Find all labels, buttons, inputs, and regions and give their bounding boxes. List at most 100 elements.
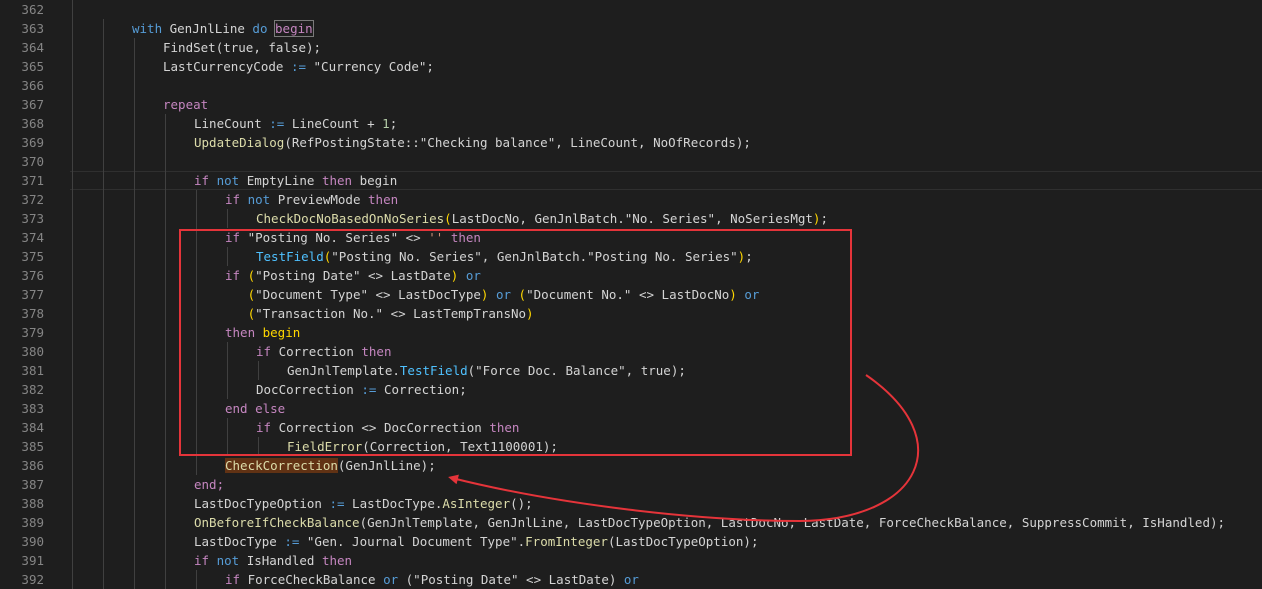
- code-text[interactable]: LastDocTypeOption := LastDocType.AsInteg…: [194, 494, 533, 513]
- code-text[interactable]: if not PreviewMode then: [225, 190, 398, 209]
- code-editor[interactable]: 362 363 with GenJnlLine do begin 364 FindSet…: [0, 0, 1262, 589]
- code-line[interactable]: 392 if ForceCheckBalance or ("Posting Dat…: [0, 570, 1262, 589]
- line-number: 369: [21, 135, 44, 150]
- code-line[interactable]: 389 OnBeforeIfCheckBalance(GenJnlTemplate…: [0, 513, 1262, 532]
- code-line[interactable]: 366: [0, 76, 1262, 95]
- code-token: if: [194, 553, 210, 568]
- line-number: 375: [21, 249, 44, 264]
- line-number: 388: [21, 496, 44, 511]
- code-text[interactable]: LastDocType := "Gen. Journal Document Ty…: [194, 532, 758, 551]
- code-text[interactable]: GenJnlTemplate.TestField("Force Doc. Bal…: [287, 361, 686, 380]
- code-line[interactable]: 387 end;: [0, 475, 1262, 494]
- code-text[interactable]: if "Posting No. Series" <> '' then: [225, 228, 481, 247]
- code-token: then: [321, 553, 353, 568]
- code-line[interactable]: 374 if "Posting No. Series" <> '' then: [0, 228, 1262, 247]
- code-text[interactable]: CheckDocNoBasedOnNoSeries(LastDocNo, Gen…: [256, 209, 828, 228]
- code-text[interactable]: ("Document Type" <> LastDocType) or ("Do…: [225, 285, 760, 304]
- code-token: '': [428, 230, 444, 245]
- code-text[interactable]: CheckCorrection(GenJnlLine);: [225, 456, 436, 475]
- code-token: else: [255, 401, 286, 416]
- code-text[interactable]: with GenJnlLine do begin: [132, 19, 314, 38]
- code-line[interactable]: 380 if Correction then: [0, 342, 1262, 361]
- code-token: ForceCheckBalance: [240, 572, 384, 587]
- code-token: UpdateDialog: [194, 135, 285, 150]
- code-line[interactable]: 378 ("Transaction No." <> LastTempTransN…: [0, 304, 1262, 323]
- code-line[interactable]: 376 if ("Posting Date" <> LastDate) or: [0, 266, 1262, 285]
- code-token: IsHandled: [239, 553, 322, 568]
- code-line[interactable]: 379 then begin: [0, 323, 1262, 342]
- line-number: 373: [21, 211, 44, 226]
- code-text[interactable]: FieldError(Correction, Text1100001);: [287, 437, 558, 456]
- code-token: repeat: [163, 97, 209, 112]
- code-text[interactable]: DocCorrection := Correction;: [256, 380, 467, 399]
- code-text[interactable]: repeat: [163, 95, 208, 114]
- line-number: 362: [21, 2, 44, 17]
- code-token: not: [216, 553, 240, 568]
- code-text[interactable]: OnBeforeIfCheckBalance(GenJnlTemplate, G…: [194, 513, 1225, 532]
- code-line[interactable]: 390 LastDocType := "Gen. Journal Document…: [0, 532, 1262, 551]
- line-number: 385: [21, 439, 44, 454]
- code-line[interactable]: 382 DocCorrection := Correction;: [0, 380, 1262, 399]
- line-number: 387: [21, 477, 44, 492]
- code-token: (: [247, 268, 256, 283]
- line-number: 382: [21, 382, 44, 397]
- code-text[interactable]: if Correction <> DocCorrection then: [256, 418, 519, 437]
- code-token: ("Force Doc. Balance",: [467, 363, 641, 378]
- code-line[interactable]: 391 if not IsHandled then: [0, 551, 1262, 570]
- code-text[interactable]: if ForceCheckBalance or ("Posting Date" …: [225, 570, 639, 589]
- code-line[interactable]: 386 CheckCorrection(GenJnlLine);: [0, 456, 1262, 475]
- code-text[interactable]: end;: [194, 475, 224, 494]
- code-text[interactable]: ("Transaction No." <> LastTempTransNo): [225, 304, 534, 323]
- code-text[interactable]: if not EmptyLine then begin: [194, 171, 397, 190]
- code-line[interactable]: 383 end else: [0, 399, 1262, 418]
- line-number: 376: [21, 268, 44, 283]
- code-token: (GenJnlTemplate, GenJnlLine, LastDocType…: [359, 515, 1226, 530]
- code-text[interactable]: UpdateDialog(RefPostingState::"Checking …: [194, 133, 751, 152]
- code-token: EmptyLine: [239, 173, 322, 188]
- code-line[interactable]: 363 with GenJnlLine do begin: [0, 19, 1262, 38]
- line-number: 372: [21, 192, 44, 207]
- code-token: not: [247, 192, 271, 207]
- code-token: AsInteger: [442, 496, 511, 511]
- code-text[interactable]: LastCurrencyCode := "Currency Code";: [163, 57, 434, 76]
- code-line[interactable]: 384 if Correction <> DocCorrection then: [0, 418, 1262, 437]
- indent-guide: [72, 0, 73, 589]
- code-token: if: [225, 268, 241, 283]
- code-text[interactable]: if not IsHandled then: [194, 551, 352, 570]
- code-line[interactable]: 369 UpdateDialog(RefPostingState::"Checki…: [0, 133, 1262, 152]
- code-line[interactable]: 368 LineCount := LineCount + 1;: [0, 114, 1262, 133]
- code-line[interactable]: 385 FieldError(Correction, Text1100001);: [0, 437, 1262, 456]
- indent-guide: [103, 19, 104, 589]
- code-line[interactable]: 371 if not EmptyLine then begin: [0, 171, 1262, 190]
- indent-guide: [134, 38, 135, 589]
- code-line[interactable]: 364 FindSet(true, false);: [0, 38, 1262, 57]
- line-number: 367: [21, 97, 44, 112]
- code-line[interactable]: 372 if not PreviewMode then: [0, 190, 1262, 209]
- code-text[interactable]: LineCount := LineCount + 1;: [194, 114, 397, 133]
- line-number: 386: [21, 458, 44, 473]
- code-text[interactable]: if Correction then: [256, 342, 391, 361]
- code-line[interactable]: 362: [0, 0, 1262, 19]
- code-text[interactable]: end else: [225, 399, 285, 418]
- code-text[interactable]: if ("Posting Date" <> LastDate) or: [225, 266, 481, 285]
- code-text[interactable]: TestField("Posting No. Series", GenJnlBa…: [256, 247, 753, 266]
- code-line[interactable]: 370: [0, 152, 1262, 171]
- code-token: if: [256, 420, 272, 435]
- code-token: (: [518, 287, 527, 302]
- code-token: then: [368, 192, 399, 207]
- code-line[interactable]: 375 TestField("Posting No. Series", GenJn…: [0, 247, 1262, 266]
- code-line[interactable]: 377 ("Document Type" <> LastDocType) or …: [0, 285, 1262, 304]
- code-line[interactable]: 367 repeat: [0, 95, 1262, 114]
- code-text[interactable]: then begin: [225, 323, 300, 342]
- line-number: 374: [21, 230, 44, 245]
- code-line[interactable]: 365 LastCurrencyCode := "Currency Code";: [0, 57, 1262, 76]
- code-text[interactable]: FindSet(true, false);: [163, 38, 321, 57]
- code-line[interactable]: 373 CheckDocNoBasedOnNoSeries(LastDocNo, …: [0, 209, 1262, 228]
- code-line[interactable]: 381 GenJnlTemplate.TestField("Force Doc. …: [0, 361, 1262, 380]
- code-line[interactable]: 388 LastDocTypeOption := LastDocType.AsIn…: [0, 494, 1262, 513]
